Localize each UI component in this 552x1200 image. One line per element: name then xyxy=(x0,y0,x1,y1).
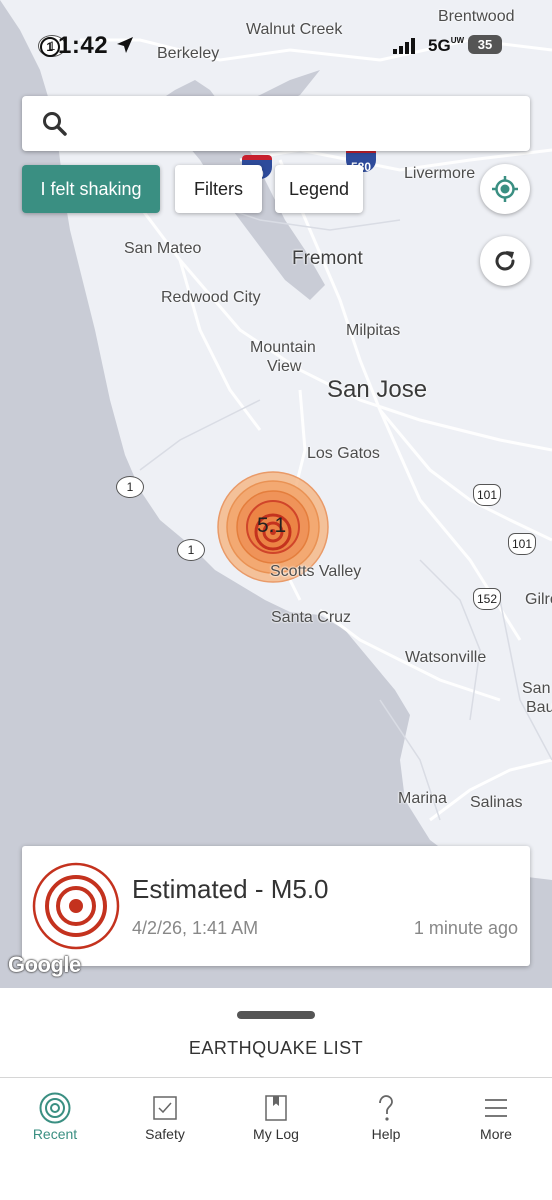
tab-label: My Log xyxy=(253,1126,299,1142)
route-badge: 1 xyxy=(40,36,60,57)
tab-label: Help xyxy=(371,1126,401,1142)
place-label: San Mateo xyxy=(124,240,202,257)
tab-bar: Recent Safety My Log Help More xyxy=(0,1078,552,1200)
question-icon xyxy=(379,1095,393,1121)
checkbox-icon xyxy=(153,1096,177,1120)
place-label: Mountain xyxy=(250,339,316,356)
signal-icon xyxy=(393,38,415,54)
place-label: Marina xyxy=(398,790,447,807)
place-label: San xyxy=(522,680,551,697)
earthquake-list-label[interactable]: EARTHQUAKE LIST xyxy=(0,1038,552,1059)
event-title: Estimated - M5.0 xyxy=(132,874,329,904)
event-date: 4/2/26, 1:41 AM xyxy=(132,918,259,938)
event-card[interactable]: Estimated - M5.0 4/2/26, 1:41 AM 1 minut… xyxy=(22,846,530,966)
felt-shaking-button[interactable]: I felt shaking xyxy=(22,165,160,213)
legend-button[interactable]: Legend xyxy=(275,165,363,213)
target-icon xyxy=(39,1092,71,1124)
refresh-icon xyxy=(495,251,515,271)
bookmark-icon xyxy=(265,1095,287,1121)
tab-safety[interactable]: Safety xyxy=(110,1078,220,1168)
place-label: Watsonville xyxy=(405,649,487,666)
place-label: Livermore xyxy=(404,165,476,182)
tab-label: More xyxy=(480,1126,512,1142)
refresh-button[interactable] xyxy=(480,236,530,286)
place-label: Milpitas xyxy=(346,322,401,339)
place-label: Los Gatos xyxy=(307,445,380,462)
google-logo: Google xyxy=(8,952,81,977)
place-label: Redwood City xyxy=(161,289,261,306)
my-location-button[interactable] xyxy=(480,164,530,214)
status-bar: 1 1:42 5GUW 35 xyxy=(0,28,552,62)
crosshair-icon xyxy=(492,176,518,202)
route-shield: 1 xyxy=(177,539,205,561)
place-label: Salinas xyxy=(470,794,523,811)
search-bar[interactable] xyxy=(22,96,530,151)
location-arrow-icon xyxy=(117,37,134,53)
clock: 1:42 xyxy=(58,32,109,59)
tab-my-log[interactable]: My Log xyxy=(221,1078,331,1168)
drag-handle[interactable] xyxy=(237,1011,315,1019)
place-label: Scotts Valley xyxy=(270,563,362,580)
place-label: Brentwood xyxy=(438,8,515,25)
tab-help[interactable]: Help xyxy=(331,1078,441,1168)
battery-indicator: 35 xyxy=(468,35,502,54)
earthquake-list-sheet[interactable]: EARTHQUAKE LIST xyxy=(0,988,552,1078)
route-shield: 101 xyxy=(508,533,536,555)
place-label: Bau xyxy=(526,699,552,716)
route-shield: 1 xyxy=(116,476,144,498)
place-label: Fremont xyxy=(292,248,363,269)
status-time: 1 1:42 xyxy=(40,32,135,60)
network-type: 5G xyxy=(428,36,451,55)
tab-label: Safety xyxy=(145,1126,185,1142)
menu-icon xyxy=(485,1099,507,1117)
event-time-ago: 1 minute ago xyxy=(413,918,518,938)
tab-label: Recent xyxy=(32,1126,78,1142)
tab-more[interactable]: More xyxy=(441,1078,551,1168)
place-label: Gilro xyxy=(525,591,552,608)
place-label: View xyxy=(267,358,302,375)
quake-magnitude-label: 5.1 xyxy=(257,514,287,537)
target-icon xyxy=(32,862,120,950)
search-input[interactable] xyxy=(92,106,516,142)
route-shield: 101 xyxy=(473,484,501,506)
route-shield: 152 xyxy=(473,588,501,610)
network-sub: UW xyxy=(450,36,465,45)
place-label: San Jose xyxy=(327,376,428,403)
search-icon xyxy=(43,112,67,136)
filters-button[interactable]: Filters xyxy=(175,165,262,213)
network-label: 5GUW xyxy=(428,36,464,56)
place-label: Santa Cruz xyxy=(271,609,352,626)
tab-recent[interactable]: Recent xyxy=(0,1078,110,1168)
